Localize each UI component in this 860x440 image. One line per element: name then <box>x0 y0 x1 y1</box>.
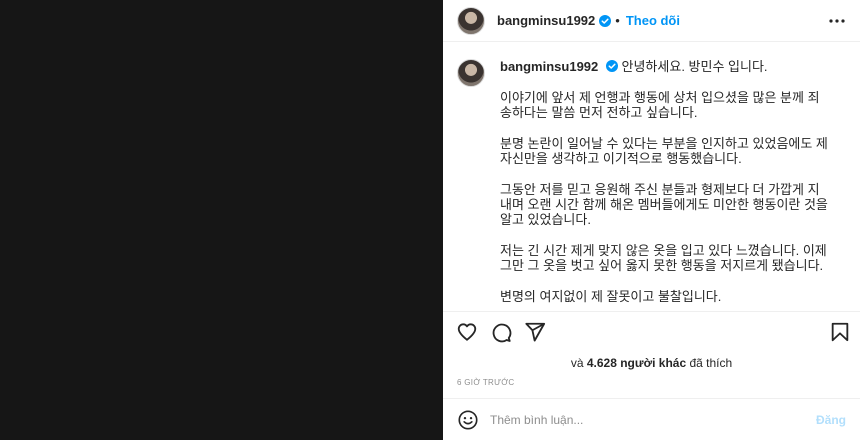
bookmark-icon[interactable] <box>829 321 851 343</box>
verified-icon <box>605 60 618 72</box>
post-header: bangminsu1992 • Theo dõi <box>443 0 860 42</box>
caption-row: bangminsu1992 안녕하세요. 방민수 입니다. 이야기에 앞서 제 … <box>457 59 842 311</box>
caption-paragraph: 이야기에 앞서 제 언행과 행동에 상처 입으셨을 많은 분께 죄송하다는 말씀… <box>500 90 820 120</box>
action-bar <box>443 311 860 351</box>
share-icon[interactable] <box>524 321 546 343</box>
username-link[interactable]: bangminsu1992 <box>497 13 595 28</box>
caption-text: bangminsu1992 안녕하세요. 방민수 입니다. 이야기에 앞서 제 … <box>500 59 830 311</box>
post-media[interactable] <box>0 0 443 440</box>
comments-section[interactable]: bangminsu1992 안녕하세요. 방민수 입니다. 이야기에 앞서 제 … <box>443 43 860 311</box>
comment-input[interactable] <box>490 412 790 427</box>
follow-button[interactable]: Theo dõi <box>626 13 680 28</box>
verified-icon <box>599 14 612 27</box>
heart-icon[interactable] <box>456 321 478 343</box>
post-side-panel: bangminsu1992 • Theo dõi bangminsu1992 안… <box>443 0 860 440</box>
add-comment-bar: Đăng <box>443 398 860 440</box>
likes-number[interactable]: 4.628 <box>587 356 617 370</box>
header-user: bangminsu1992 • Theo dõi <box>497 13 680 28</box>
post-comment-button[interactable]: Đăng <box>816 413 846 427</box>
post-timestamp[interactable]: 6 GIỜ TRƯỚC <box>457 378 515 387</box>
caption-username[interactable]: bangminsu1992 <box>500 59 598 74</box>
likes-prefix: và <box>570 356 584 370</box>
avatar[interactable] <box>457 6 485 35</box>
caption-paragraph: 저는 긴 시간 제게 맞지 않은 옷을 입고 있다 느꼈습니다. 이제 그만 그… <box>500 243 827 273</box>
likes-count[interactable]: và 4.628 người khác đã thích <box>443 356 860 370</box>
comment-icon[interactable] <box>490 321 512 343</box>
caption-paragraph: 변명의 여지없이 제 잘못이고 불찰입니다. <box>500 289 722 304</box>
caption-paragraph: 그동안 저를 믿고 응원해 주신 분들과 형제보다 더 가깝게 지내며 오랜 시… <box>500 182 828 227</box>
likes-others[interactable]: người khác <box>620 356 686 370</box>
more-options-icon[interactable] <box>828 12 846 30</box>
likes-tail: đã thích <box>689 356 733 370</box>
caption-avatar[interactable] <box>457 59 485 87</box>
caption-paragraph: 분명 논란이 일어날 수 있다는 부분을 인지하고 있었음에도 제 자신만을 생… <box>500 136 828 166</box>
emoji-icon[interactable] <box>457 409 479 431</box>
separator-dot: • <box>615 13 620 28</box>
caption-greeting: 안녕하세요. 방민수 입니다. <box>621 59 768 74</box>
